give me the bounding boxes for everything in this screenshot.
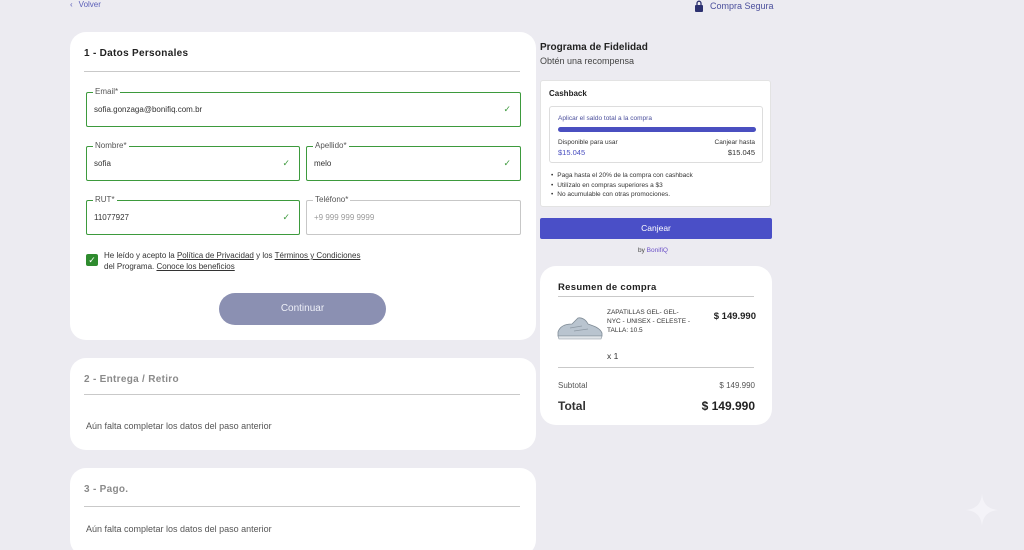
consent-row: ✓ He leído y acepto la Política de Priva… [86, 250, 360, 272]
summary-title: Resumen de compra [558, 282, 657, 293]
loyalty-subtitle: Obtén una recompensa [540, 56, 635, 66]
nombre-value: sofia [94, 159, 111, 168]
subtotal-value: $ 149.990 [719, 381, 755, 390]
step2-title: 2 - Entrega / Retiro [84, 374, 179, 385]
cashback-slider[interactable] [558, 127, 756, 132]
divider [84, 71, 520, 72]
total-label: Total [558, 399, 586, 413]
rut-label: RUT* [93, 195, 117, 204]
secure-purchase: Compra Segura [694, 0, 774, 12]
product-price: $ 149.990 [713, 311, 756, 322]
cashback-rules: Paga hasta el 20% de la compra con cashb… [551, 171, 693, 200]
nombre-label: Nombre* [93, 141, 129, 150]
order-summary-card: Resumen de compra ZAPATILLAS GEL- GEL-NY… [540, 266, 772, 425]
loyalty-title: Programa de Fidelidad [540, 42, 648, 53]
back-link[interactable]: ‹ Volver [70, 0, 101, 9]
divider [558, 296, 754, 297]
cashback-card: Cashback Aplicar el saldo total a la com… [540, 80, 771, 207]
consent-checkbox[interactable]: ✓ [86, 254, 98, 266]
telefono-field[interactable]: Teléfono* +9 999 999 9999 [306, 195, 521, 235]
lock-icon [695, 0, 703, 12]
product-quantity: x 1 [607, 351, 619, 361]
check-icon: ✓ [282, 158, 290, 168]
subtotal-label: Subtotal [558, 381, 588, 390]
powered-by: by BonifiQ [638, 247, 668, 254]
consent-text-2: y los [253, 251, 275, 260]
redeem-up-to-label: Canjear hasta [714, 139, 755, 146]
divider [84, 506, 520, 507]
consent-text: He leído y acepto la Política de Privaci… [104, 250, 360, 272]
product-name: ZAPATILLAS GEL- GEL-NYC - UNISEX - CELES… [607, 309, 691, 334]
email-field[interactable]: Email* sofia.gonzaga@bonifiq.com.br ✓ [86, 87, 521, 127]
available-value: $15.045 [558, 148, 586, 157]
continue-button[interactable]: Continuar [219, 293, 386, 325]
cashback-title: Cashback [549, 89, 587, 98]
delivery-card: 2 - Entrega / Retiro Aún falta completar… [70, 358, 536, 450]
chevron-left-icon: ‹ [70, 0, 73, 9]
terms-link[interactable]: Términos y Condiciones [275, 251, 361, 260]
nombre-field[interactable]: Nombre* sofia ✓ [86, 141, 300, 181]
email-label: Email* [93, 87, 121, 96]
privacy-policy-link[interactable]: Política de Privacidad [177, 251, 254, 260]
apellido-field[interactable]: Apellido* melo ✓ [306, 141, 521, 181]
step1-title: 1 - Datos Personales [84, 48, 189, 59]
redeem-up-to-value: $15.045 [727, 148, 755, 157]
payment-card: 3 - Pago. Aún falta completar los datos … [70, 468, 536, 550]
rut-value: 11077927 [94, 213, 129, 222]
product-image [557, 317, 603, 340]
divider [558, 367, 754, 368]
consent-text-1: He leído y acepto la [104, 251, 177, 260]
sparkle-icon [966, 494, 998, 526]
consent-text-3: del Programa. [104, 262, 157, 271]
back-label: Volver [78, 0, 101, 9]
cashback-apply-box[interactable]: Aplicar el saldo total a la compra Dispo… [549, 106, 763, 163]
benefits-link[interactable]: Conoce los beneficios [156, 262, 234, 271]
secure-label: Compra Segura [710, 1, 774, 11]
check-icon: ✓ [503, 104, 511, 114]
apellido-value: melo [314, 159, 332, 168]
step2-pending-message: Aún falta completar los datos del paso a… [86, 421, 272, 431]
available-label: Disponible para usar [558, 139, 618, 146]
apply-balance-label: Aplicar el saldo total a la compra [558, 115, 652, 122]
total-value: $ 149.990 [701, 399, 755, 413]
check-icon: ✓ [503, 158, 511, 168]
apellido-label: Apellido* [313, 141, 349, 150]
personal-data-card: 1 - Datos Personales Email* sofia.gonzag… [70, 32, 536, 340]
divider [84, 394, 520, 395]
telefono-placeholder: +9 999 999 9999 [314, 213, 375, 222]
rule-item: No acumulable con otras promociones. [551, 190, 693, 200]
rule-item: Paga hasta el 20% de la compra con cashb… [551, 171, 693, 181]
by-label: by [638, 247, 647, 254]
rule-item: Utilízalo en compras superiores a $3 [551, 181, 693, 191]
telefono-label: Teléfono* [313, 195, 351, 204]
step3-pending-message: Aún falta completar los datos del paso a… [86, 524, 272, 534]
redeem-button[interactable]: Canjear [540, 218, 772, 239]
check-icon: ✓ [282, 212, 290, 222]
rut-field[interactable]: RUT* 11077927 ✓ [86, 195, 300, 235]
brand-name: BonifiQ [646, 247, 668, 254]
email-value: sofia.gonzaga@bonifiq.com.br [94, 105, 203, 114]
step3-title: 3 - Pago. [84, 484, 129, 495]
